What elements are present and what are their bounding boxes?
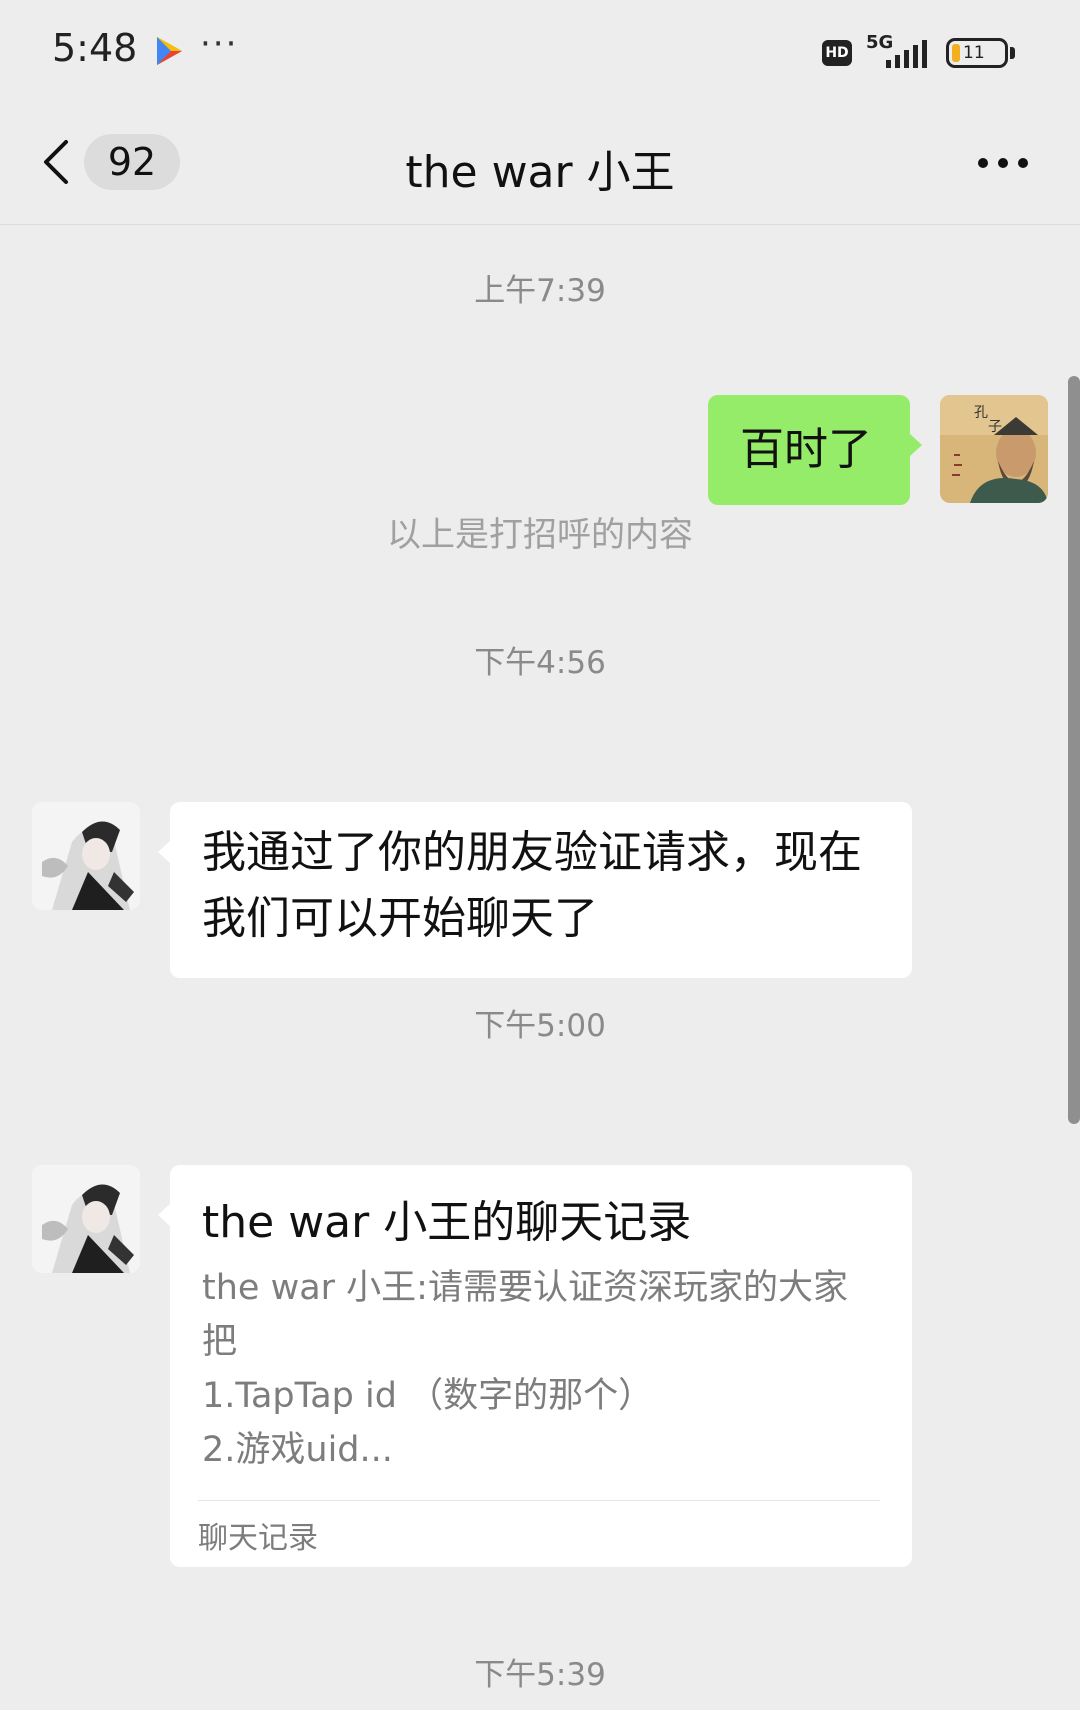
contact-avatar[interactable] bbox=[32, 1165, 140, 1273]
bubble-tail bbox=[909, 433, 922, 457]
message-text-line: 我通过了你的朋友验证请求，现在 bbox=[202, 827, 862, 878]
incoming-message-bubble[interactable]: 我通过了你的朋友验证请求，现在 我们可以开始聊天了 bbox=[158, 802, 912, 978]
status-time: 5:48 bbox=[52, 26, 138, 70]
my-avatar[interactable]: 孔 子 bbox=[940, 395, 1048, 503]
chat-record-card[interactable]: the war 小王的聊天记录 the war 小王:请需要认证资深玩家的大家 … bbox=[158, 1165, 912, 1567]
chat-message-list[interactable]: 上午7:39 百时了 孔 子 以上是打招呼的内容 下午4:56 我通过了你的朋友… bbox=[0, 225, 1080, 1710]
bubble-tail bbox=[158, 1203, 171, 1227]
scrollbar[interactable] bbox=[1068, 376, 1080, 1124]
avatar-anime-image bbox=[32, 802, 140, 910]
play-store-icon bbox=[157, 37, 182, 65]
battery-level bbox=[952, 44, 960, 62]
card-preview: the war 小王:请需要认证资深玩家的大家 把 1.TapTap id （数… bbox=[202, 1261, 888, 1477]
message-text: 百时了 bbox=[740, 424, 872, 475]
chat-title: the war 小王 bbox=[405, 147, 675, 198]
more-dots-icon[interactable] bbox=[976, 148, 1030, 178]
card-preview-line: 把 bbox=[202, 1322, 238, 1362]
timestamp: 下午4:56 bbox=[474, 645, 606, 681]
timestamp: 下午5:00 bbox=[474, 1008, 606, 1044]
signal-icon bbox=[886, 40, 927, 68]
avatar-anime-image bbox=[32, 1165, 140, 1273]
status-bar: 5:48 ··· HD 5G 11 bbox=[0, 0, 1080, 100]
card-preview-line: the war 小王:请需要认证资深玩家的大家 bbox=[202, 1268, 848, 1308]
battery-tip bbox=[1010, 47, 1015, 59]
card-preview-line: 2.游戏uid... bbox=[202, 1430, 393, 1470]
avatar-confucius-image: 孔 子 bbox=[940, 395, 1048, 503]
system-notice: 以上是打招呼的内容 bbox=[387, 515, 693, 555]
battery-icon: 11 bbox=[946, 38, 1008, 68]
svg-text:孔: 孔 bbox=[974, 405, 988, 421]
contact-avatar[interactable] bbox=[32, 802, 140, 910]
outgoing-message-bubble[interactable]: 百时了 bbox=[708, 395, 922, 505]
hd-icon: HD bbox=[822, 40, 852, 66]
chat-header: 92 the war 小王 bbox=[0, 100, 1080, 225]
card-title: the war 小王的聊天记录 bbox=[202, 1197, 692, 1248]
timestamp: 上午7:39 bbox=[474, 273, 606, 309]
card-preview-line: 1.TapTap id （数字的那个） bbox=[202, 1376, 654, 1416]
timestamp: 下午5:39 bbox=[474, 1657, 606, 1693]
card-footer-label: 聊天记录 bbox=[198, 1500, 880, 1557]
bubble-tail bbox=[158, 840, 171, 864]
battery-percent: 11 bbox=[963, 43, 985, 63]
message-text-line: 我们可以开始聊天了 bbox=[202, 893, 598, 944]
notification-dots: ··· bbox=[200, 24, 239, 64]
